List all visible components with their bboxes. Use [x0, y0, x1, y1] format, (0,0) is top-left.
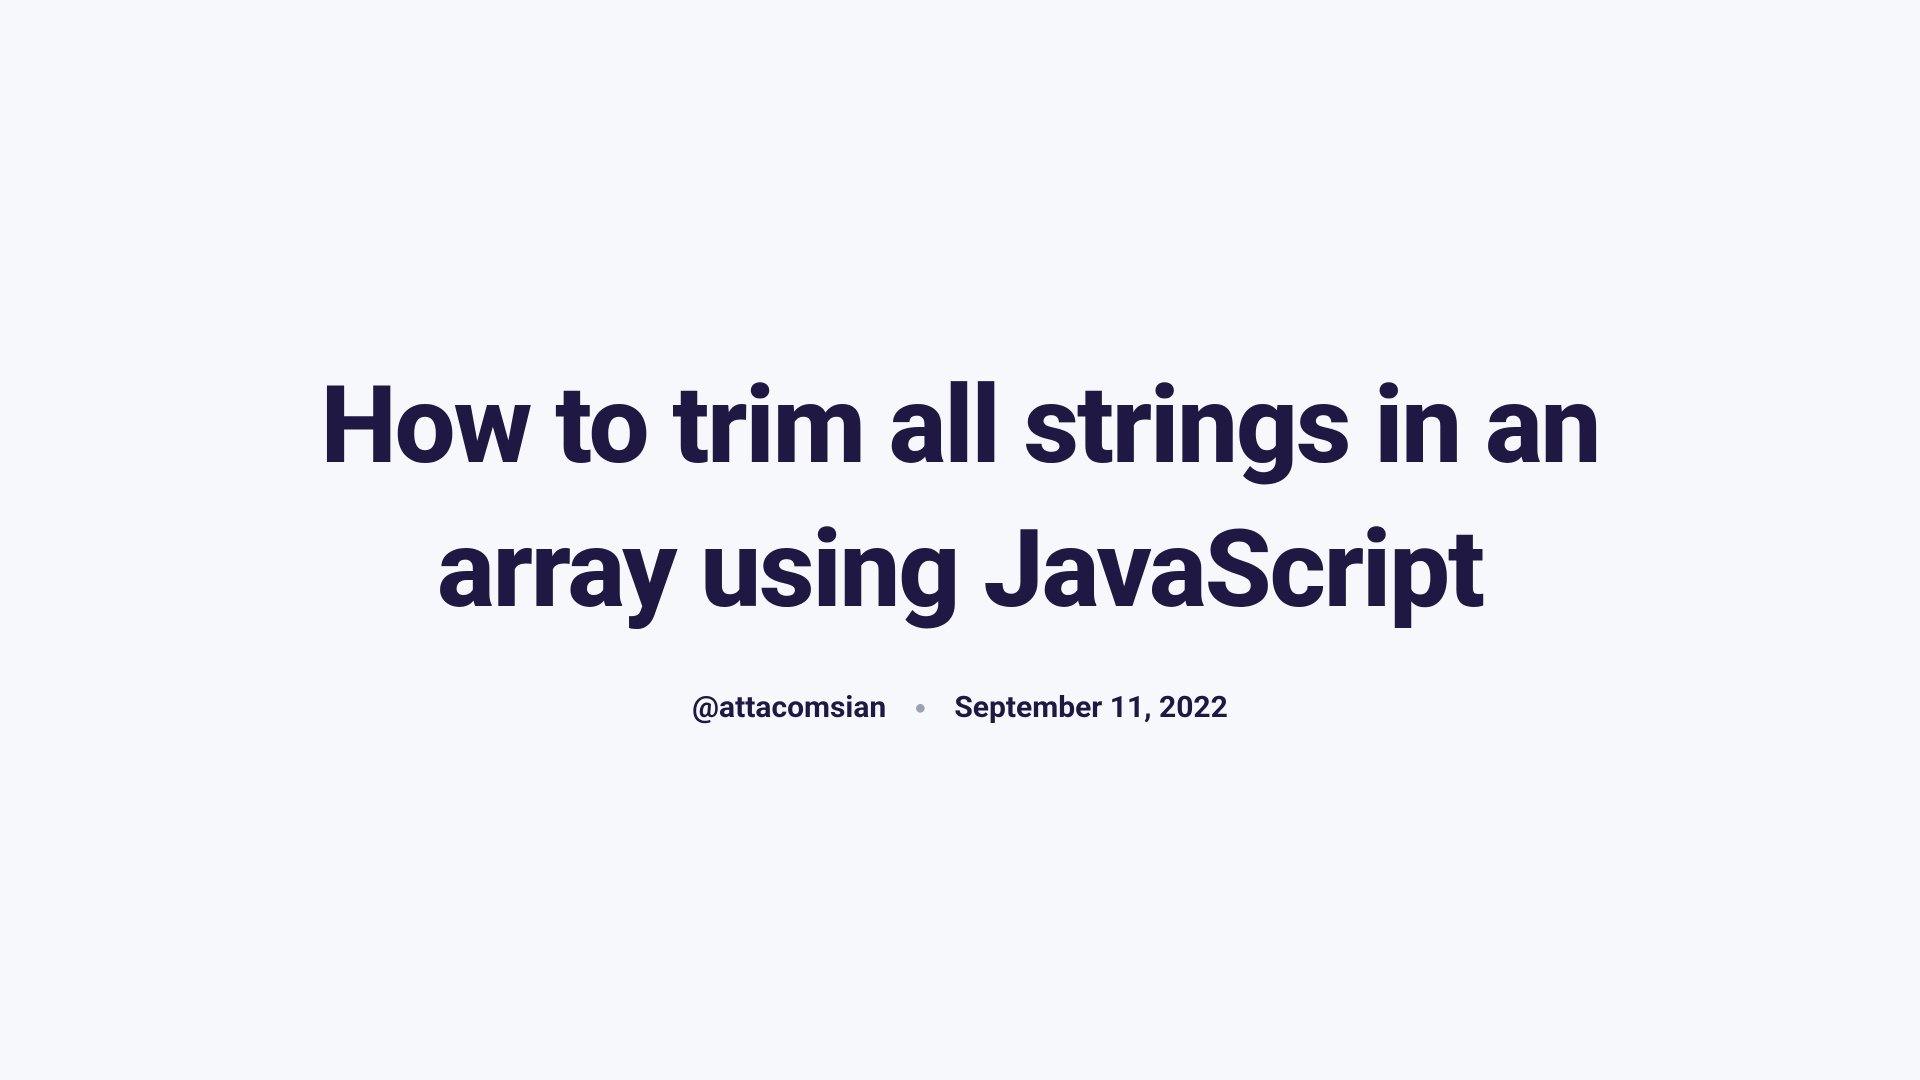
author-handle: @attacomsian	[692, 690, 886, 725]
article-meta: @attacomsian ● September 11, 2022	[692, 690, 1228, 725]
meta-separator-icon: ●	[914, 695, 926, 720]
article-title: How to trim all strings in an array usin…	[260, 355, 1660, 642]
article-header: How to trim all strings in an array usin…	[260, 355, 1660, 725]
publish-date: September 11, 2022	[954, 690, 1228, 725]
